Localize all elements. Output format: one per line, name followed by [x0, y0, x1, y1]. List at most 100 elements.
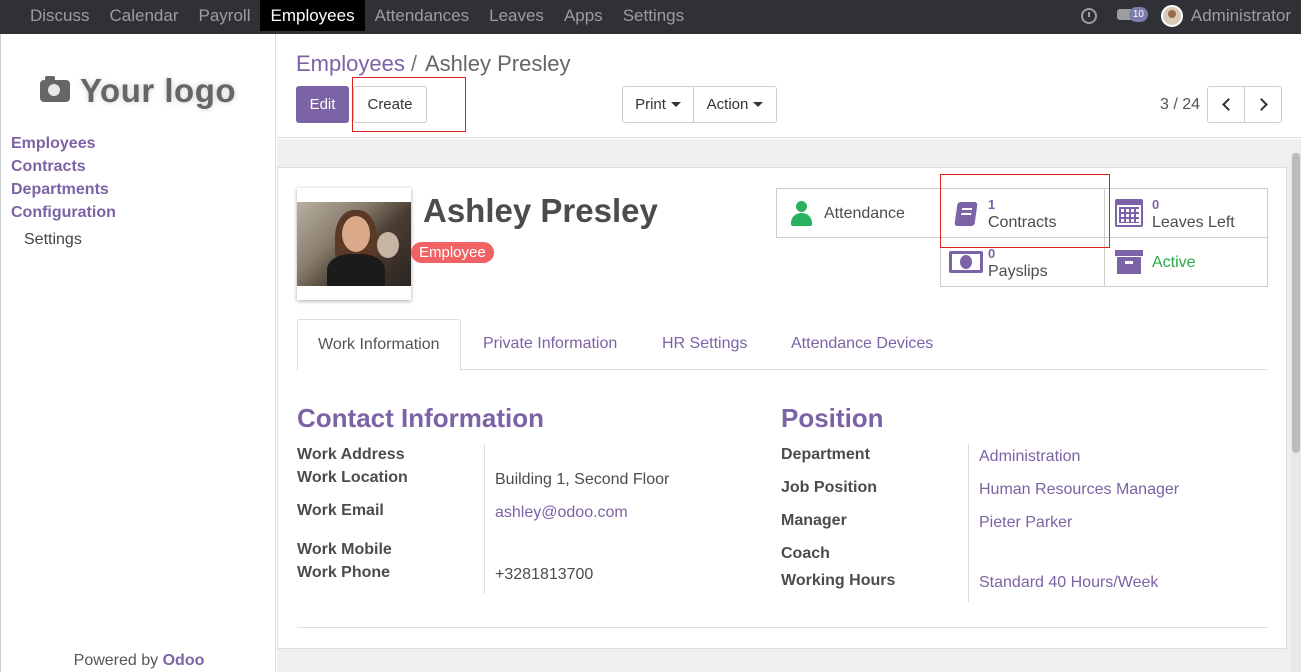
form-sheet: Ashley Presley Employee Attendance 1 Con…: [277, 167, 1287, 649]
contracts-label: Contracts: [988, 214, 1057, 231]
odoo-link[interactable]: Odoo: [163, 652, 205, 669]
breadcrumb-employees[interactable]: Employees: [296, 51, 405, 76]
payslips-button[interactable]: 0 Payslips: [940, 237, 1105, 287]
app-settings[interactable]: Settings: [613, 0, 694, 31]
job-position-link[interactable]: Human Resources Manager: [979, 481, 1179, 499]
work-phone-value[interactable]: +3281813700: [495, 566, 593, 584]
employee-tag[interactable]: Employee: [411, 242, 494, 263]
department-label: Department: [781, 446, 870, 463]
caret-down-icon: [670, 102, 681, 107]
calendar-grid: [1119, 207, 1139, 223]
payslips-count: 0: [988, 246, 996, 261]
photo-body: [327, 254, 385, 286]
user-name[interactable]: Administrator: [1191, 6, 1291, 26]
avatar[interactable]: [1160, 4, 1183, 27]
tab-hr-settings[interactable]: HR Settings: [642, 319, 767, 370]
employee-name: Ashley Presley: [423, 192, 658, 229]
print-label: Print: [635, 96, 666, 113]
chat-count-badge: 10: [1128, 6, 1148, 22]
manager-link[interactable]: Pieter Parker: [979, 514, 1072, 532]
sidebar-item-configuration[interactable]: Configuration: [11, 201, 116, 224]
working-hours-link[interactable]: Standard 40 Hours/Week: [979, 574, 1158, 592]
breadcrumb-separator: /: [410, 51, 417, 76]
powered-by: Powered by Odoo: [1, 652, 277, 670]
logo-text: Your logo: [80, 72, 237, 109]
app-calendar[interactable]: Calendar: [100, 0, 189, 31]
work-email-label: Work Email: [297, 502, 384, 519]
app-discuss[interactable]: Discuss: [20, 0, 100, 31]
active-label: Active: [1152, 254, 1196, 271]
action-label: Action: [706, 96, 749, 113]
leaves-label: Leaves Left: [1152, 214, 1235, 231]
scrollbar[interactable]: [1291, 153, 1301, 672]
app-attendances[interactable]: Attendances: [365, 0, 480, 31]
pager-previous-button[interactable]: [1207, 86, 1245, 123]
sidebar-item-contracts[interactable]: Contracts: [11, 155, 116, 178]
systray: 10 Administrator: [1080, 0, 1291, 31]
top-navbar: Discuss Calendar Payroll Employees Atten…: [0, 0, 1301, 34]
archive-icon: [1115, 250, 1143, 274]
work-location-label: Work Location: [297, 469, 408, 486]
person-body: [791, 213, 812, 226]
attendance-label: Attendance: [824, 205, 905, 222]
camera-icon: [40, 76, 70, 102]
caret-down-icon: [753, 102, 764, 107]
contracts-count: 1: [988, 197, 996, 212]
clock-icon[interactable]: [1080, 7, 1097, 24]
section-divider: [297, 627, 1267, 628]
app-employees[interactable]: Employees: [260, 0, 365, 31]
tab-private-information[interactable]: Private Information: [463, 319, 637, 370]
sidebar-item-departments[interactable]: Departments: [11, 178, 116, 201]
edit-button[interactable]: Edit: [296, 86, 349, 123]
coach-label: Coach: [781, 545, 830, 562]
create-button[interactable]: Create: [353, 86, 427, 123]
active-toggle-button[interactable]: Active: [1104, 237, 1268, 287]
photo-background-person: [377, 232, 399, 258]
control-panel: Employees / Ashley Presley Edit Create Pri…: [277, 34, 1301, 138]
company-logo: Your logo: [26, 52, 254, 130]
powered-by-label: Powered by: [73, 652, 159, 669]
leaves-button[interactable]: 0 Leaves Left: [1104, 188, 1268, 238]
work-phone-label: Work Phone: [297, 564, 391, 581]
archive-lid: [1115, 250, 1143, 256]
book-lines: [961, 208, 973, 210]
calendar-icon: [1115, 199, 1143, 227]
person-icon: [790, 201, 812, 227]
chevron-left-icon: [1221, 98, 1235, 111]
archive-body: [1117, 257, 1141, 274]
action-dropdown[interactable]: Action: [693, 86, 777, 123]
work-email-link[interactable]: ashley@odoo.com: [495, 504, 628, 522]
working-hours-label: Working Hours: [781, 572, 896, 589]
attendance-button[interactable]: Attendance: [776, 188, 941, 238]
book-icon: [953, 201, 979, 227]
contact-divider: [484, 444, 485, 594]
tab-work-information[interactable]: Work Information: [297, 319, 461, 371]
sidebar-item-settings[interactable]: Settings: [24, 229, 116, 251]
scrollbar-thumb[interactable]: [1292, 153, 1300, 453]
position-title: Position: [781, 403, 884, 433]
sidebar: Your logo Employees Contracts Department…: [0, 34, 276, 672]
contracts-button[interactable]: 1 Contracts: [940, 188, 1105, 238]
work-location-value[interactable]: Building 1, Second Floor: [495, 471, 669, 489]
app-apps[interactable]: Apps: [554, 0, 613, 31]
leaves-count: 0: [1152, 197, 1160, 212]
employee-photo-image: [297, 202, 411, 286]
work-mobile-label: Work Mobile: [297, 541, 392, 558]
breadcrumb: Employees / Ashley Presley: [296, 51, 570, 77]
money-icon: [949, 251, 983, 273]
tab-attendance-devices[interactable]: Attendance Devices: [771, 319, 953, 370]
print-dropdown[interactable]: Print: [622, 86, 694, 123]
app-payroll[interactable]: Payroll: [189, 0, 261, 31]
app-leaves[interactable]: Leaves: [479, 0, 554, 31]
form-view: Ashley Presley Employee Attendance 1 Con…: [277, 139, 1301, 672]
pager-value: 3 / 24: [1160, 96, 1201, 113]
sidebar-item-employees[interactable]: Employees: [11, 132, 116, 155]
person-head: [796, 201, 807, 212]
contact-information-title: Contact Information: [297, 403, 544, 433]
pager-next-button[interactable]: [1244, 86, 1282, 123]
job-position-label: Job Position: [781, 479, 877, 496]
position-divider: [968, 444, 969, 602]
department-link[interactable]: Administration: [979, 448, 1080, 466]
employee-photo[interactable]: [297, 188, 411, 300]
chat-icon[interactable]: 10: [1116, 6, 1153, 26]
